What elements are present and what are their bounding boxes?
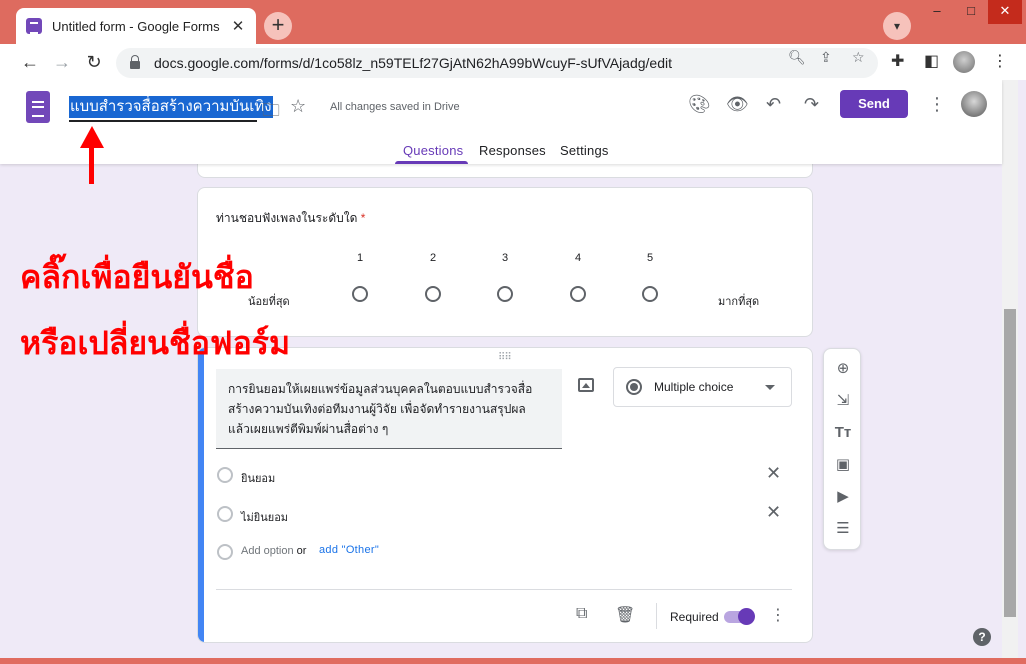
card-footer-divider: [216, 589, 792, 590]
footer-separator: [656, 603, 657, 629]
forms-app-bar: แบบสำรวจสื่อสร้างความบันเทิง 🗀 ☆ All cha…: [0, 80, 1002, 164]
option-label[interactable]: ไม่ยินยอม: [241, 508, 288, 526]
scale-radio[interactable]: [425, 286, 441, 302]
floating-toolbar: ⊕ ⇲ Tт ▣ ▶ ☰: [823, 348, 861, 550]
scale-number: 4: [574, 252, 582, 264]
bookmark-star-icon[interactable]: ☆: [852, 49, 865, 66]
add-image-icon[interactable]: ▣: [834, 456, 852, 474]
drag-handle-icon[interactable]: ⠿⠿: [498, 352, 512, 363]
active-indicator-bar: [198, 348, 204, 642]
scale-radio[interactable]: [497, 286, 513, 302]
question-title: ท่านชอบฟังเพลงในระดับใด *: [216, 211, 366, 225]
share-icon[interactable]: ⇪: [820, 49, 832, 66]
browser-tab[interactable]: Untitled form - Google Forms ✕: [16, 8, 256, 44]
tab-title: Untitled form - Google Forms: [52, 18, 220, 34]
delete-trash-icon[interactable]: 🗑︎: [615, 605, 635, 625]
extensions-icon[interactable]: ✚: [891, 51, 904, 71]
add-other-link[interactable]: add "Other": [319, 544, 379, 556]
question-type-select[interactable]: Multiple choice: [613, 367, 792, 407]
star-icon[interactable]: ☆: [290, 96, 306, 117]
annotation-text-line1: คลิ๊กเพื่อยืนยันชื่อ: [20, 258, 254, 296]
customize-theme-icon[interactable]: 🎨︎: [688, 94, 711, 115]
google-forms-favicon-icon: [26, 18, 42, 34]
undo-icon[interactable]: ↶: [766, 94, 781, 115]
scale-number: 5: [646, 252, 654, 264]
help-icon[interactable]: ?: [973, 628, 991, 646]
forms-page: แบบสำรวจสื่อสร้างความบันเทิง 🗀 ☆ All cha…: [0, 80, 1026, 658]
back-icon[interactable]: ←: [18, 50, 42, 74]
side-panel-icon[interactable]: ◧: [924, 51, 939, 71]
annotation-text-line2: หรือเปลี่ยนชื่อฟอร์ม: [20, 324, 291, 362]
lock-icon: [130, 55, 140, 69]
scale-high-label: มากที่สุด: [718, 296, 760, 308]
linear-scale-question-card[interactable]: ท่านชอบฟังเพลงในระดับใด * 1 2 3 4 5 น้อย…: [197, 187, 813, 337]
title-underline: [69, 120, 257, 122]
annotation-arrow-shaft: [89, 146, 94, 184]
required-toggle-knob[interactable]: [738, 608, 755, 625]
send-button[interactable]: Send: [840, 90, 908, 118]
import-questions-icon[interactable]: ⇲: [834, 392, 852, 410]
address-bar[interactable]: docs.google.com/forms/d/1co58lz_n59TELf2…: [116, 48, 878, 78]
option-label[interactable]: ยินยอม: [241, 469, 275, 487]
add-title-icon[interactable]: Tт: [834, 424, 852, 442]
scale-radio[interactable]: [642, 286, 658, 302]
profile-avatar[interactable]: [953, 51, 975, 73]
question-more-icon[interactable]: ⋮: [770, 605, 786, 625]
tab-responses[interactable]: Responses: [479, 143, 546, 158]
minimize-button[interactable]: –: [920, 0, 954, 24]
form-title-input[interactable]: แบบสำรวจสื่อสร้างความบันเทิง: [69, 96, 273, 118]
preview-eye-icon[interactable]: 👁︎: [726, 94, 749, 115]
option-radio: [217, 544, 233, 560]
url-text: docs.google.com/forms/d/1co58lz_n59TELf2…: [154, 55, 673, 71]
active-tab-indicator: [395, 161, 468, 164]
required-label: Required: [670, 610, 719, 624]
reload-icon[interactable]: ↻: [82, 50, 106, 74]
browser-menu-icon[interactable]: ⋮: [992, 51, 1008, 71]
active-question-card[interactable]: ⠿⠿ การยินยอมให้เผยแพร่ข้อมูลส่วนบุคคลในต…: [197, 347, 813, 643]
add-option[interactable]: Add option or: [241, 545, 306, 557]
add-image-icon[interactable]: [578, 378, 594, 392]
scale-radio[interactable]: [352, 286, 368, 302]
save-status: All changes saved in Drive: [330, 101, 460, 113]
question-type-label: Multiple choice: [654, 380, 734, 394]
remove-option-icon[interactable]: ✕: [766, 502, 781, 523]
question-text-input[interactable]: การยินยอมให้เผยแพร่ข้อมูลส่วนบุคคลในตอบแ…: [216, 369, 562, 449]
scale-number: 1: [356, 252, 364, 264]
duplicate-icon[interactable]: ⧉: [576, 605, 587, 623]
redo-icon[interactable]: ↷: [804, 94, 819, 115]
dropdown-caret-icon: [765, 385, 775, 390]
annotation-arrow-head: [80, 126, 104, 148]
add-video-icon[interactable]: ▶: [834, 488, 852, 506]
tab-search-button[interactable]: ▾: [883, 12, 911, 40]
add-question-icon[interactable]: ⊕: [834, 360, 852, 378]
forward-icon[interactable]: →: [50, 50, 74, 74]
forms-logo-icon[interactable]: [26, 91, 50, 123]
tab-settings[interactable]: Settings: [560, 143, 609, 158]
tab-close-icon[interactable]: ✕: [230, 17, 246, 35]
zoom-icon[interactable]: 🔍︎: [788, 49, 806, 66]
option-radio: [217, 506, 233, 522]
remove-option-icon[interactable]: ✕: [766, 463, 781, 484]
browser-toolbar: ← → ↻ docs.google.com/forms/d/1co58lz_n5…: [0, 44, 1026, 80]
maximize-button[interactable]: □: [954, 0, 988, 24]
radio-button-icon: [626, 379, 642, 395]
move-to-folder-icon[interactable]: 🗀: [262, 98, 280, 128]
scale-radio[interactable]: [570, 286, 586, 302]
new-tab-button[interactable]: +: [264, 12, 292, 40]
account-avatar[interactable]: [961, 91, 987, 117]
scale-number: 2: [429, 252, 437, 264]
window-close-button[interactable]: ✕: [988, 0, 1022, 24]
add-section-icon[interactable]: ☰: [834, 520, 852, 538]
browser-tab-bar: Untitled form - Google Forms ✕ + ▾ – □ ✕: [0, 0, 1026, 44]
more-options-icon[interactable]: ⋮: [928, 94, 946, 115]
tab-questions[interactable]: Questions: [403, 143, 463, 158]
option-radio: [217, 467, 233, 483]
scrollbar-thumb[interactable]: [1004, 309, 1016, 617]
scale-number: 3: [501, 252, 509, 264]
scale-low-label: น้อยที่สุด: [248, 296, 290, 308]
